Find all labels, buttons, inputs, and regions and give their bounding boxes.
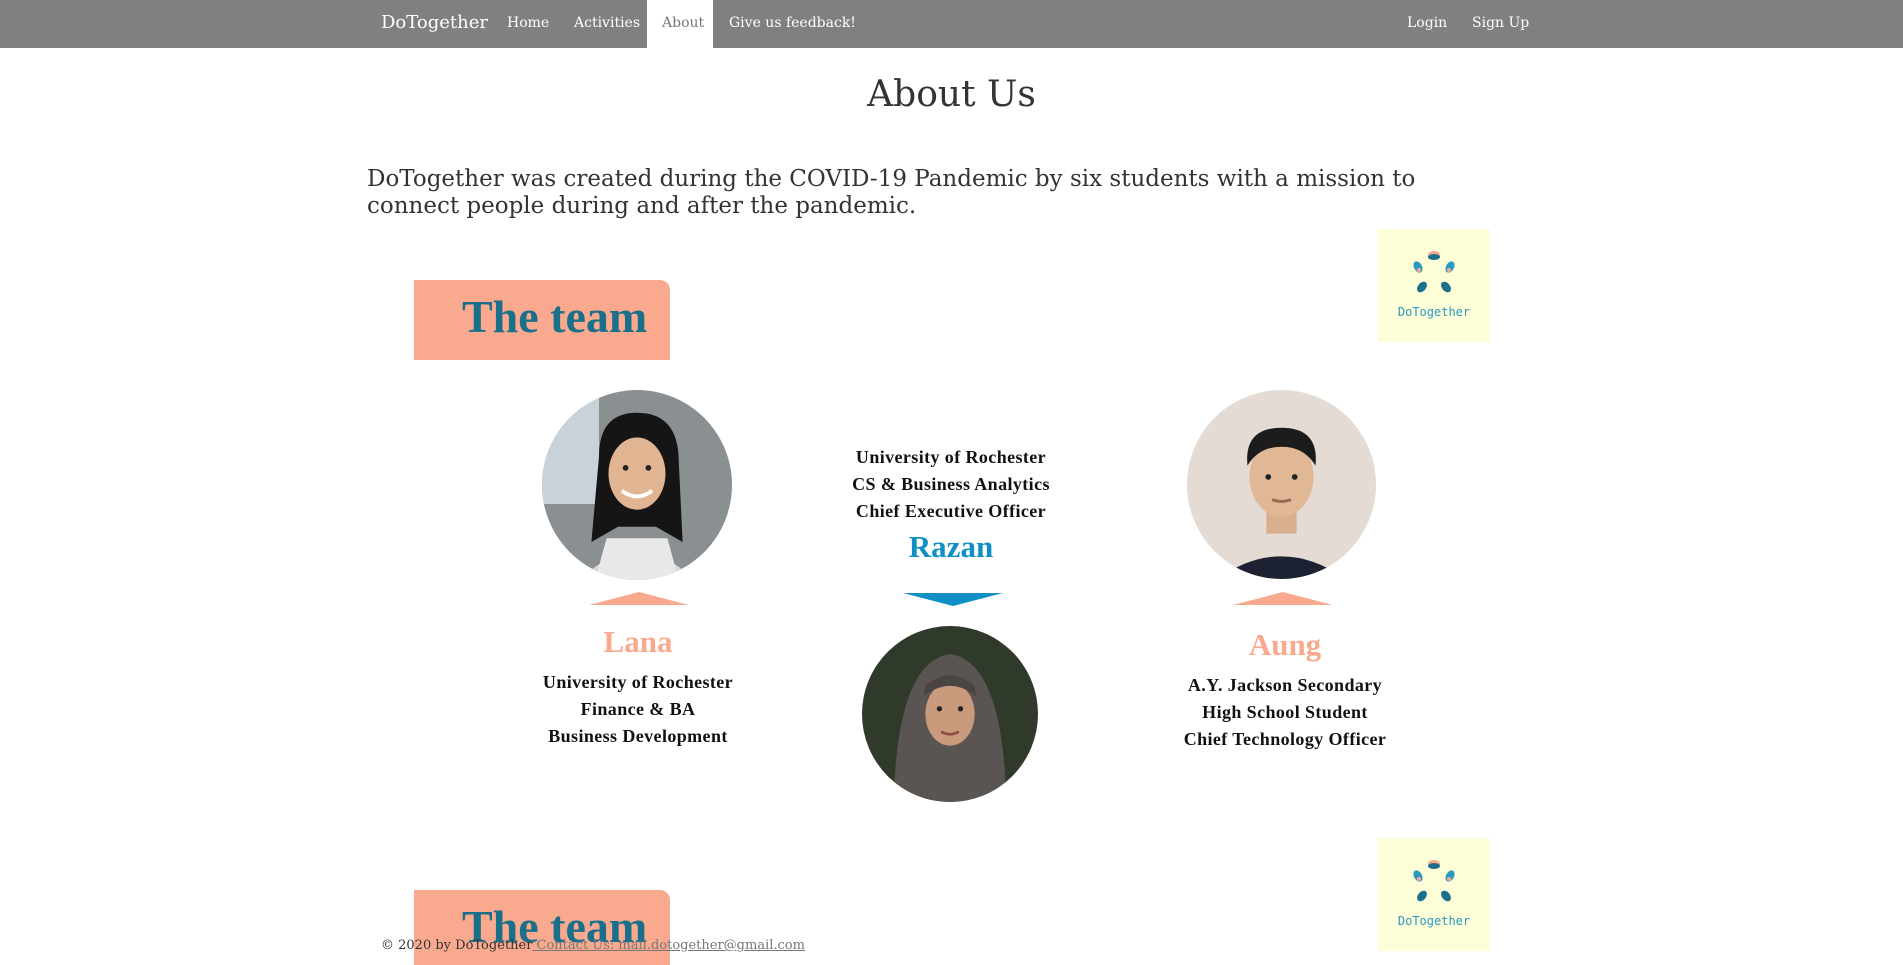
pointer-lana — [589, 592, 689, 605]
footer: © 2020 by DoTogether Contact Us: mail.do… — [381, 938, 805, 953]
logo-text: DoTogether — [1397, 305, 1471, 319]
avatar-aung — [1187, 390, 1376, 579]
logo-text: DoTogether — [1397, 914, 1471, 928]
dotogether-logo: DoTogether — [1378, 229, 1490, 342]
brand-link[interactable]: DoTogether — [381, 0, 488, 48]
member-name-lana: Lana — [603, 624, 673, 659]
member-status-aung: High School Student — [1202, 702, 1368, 722]
nav-activities[interactable]: Activities — [559, 0, 655, 48]
member-school-razan: University of Rochester — [855, 447, 1047, 467]
member-role-lana: Business Development — [548, 726, 728, 746]
member-name-razan: Razan — [908, 529, 994, 564]
team-section: The team DoTogether Lana University of R… — [367, 229, 1497, 839]
portrait-razan-icon — [862, 626, 1038, 802]
nav-login[interactable]: Login — [1392, 0, 1462, 48]
logo-dots-icon — [1413, 860, 1455, 902]
nav-home[interactable]: Home — [492, 0, 564, 48]
portrait-lana-icon — [542, 390, 732, 580]
logo-dots-icon — [1413, 251, 1455, 293]
pointer-razan — [903, 593, 1003, 606]
nav-about[interactable]: About — [647, 0, 713, 48]
team-banner-title: The team — [462, 291, 648, 342]
member-name-aung: Aung — [1248, 627, 1322, 662]
navbar: DoTogether Home Activities About Give us… — [0, 0, 1903, 48]
footer-copyright: © 2020 by DoTogether — [381, 938, 533, 953]
footer-contact-link[interactable]: Contact Us: mail.dotogether@gmail.com — [532, 938, 805, 953]
member-school-lana: University of Rochester — [542, 672, 734, 692]
dotogether-logo: DoTogether — [1378, 838, 1490, 951]
intro-text: DoTogether was created during the COVID-… — [367, 166, 1416, 219]
nav-signup[interactable]: Sign Up — [1457, 0, 1544, 48]
member-major-lana: Finance & BA — [580, 699, 696, 719]
portrait-aung-icon — [1187, 390, 1376, 579]
pointer-aung — [1233, 592, 1333, 605]
member-school-aung: A.Y. Jackson Secondary — [1187, 675, 1383, 695]
avatar-razan — [862, 626, 1038, 802]
avatar-lana — [542, 390, 732, 580]
team-banner: The team — [414, 280, 670, 360]
member-major-razan: CS & Business Analytics — [852, 474, 1050, 494]
team-banner: The team — [414, 890, 670, 965]
member-role-razan: Chief Executive Officer — [855, 501, 1047, 521]
page-title: About Us — [867, 74, 1036, 115]
member-role-aung: Chief Technology Officer — [1183, 729, 1387, 749]
nav-feedback[interactable]: Give us feedback! — [714, 0, 871, 48]
